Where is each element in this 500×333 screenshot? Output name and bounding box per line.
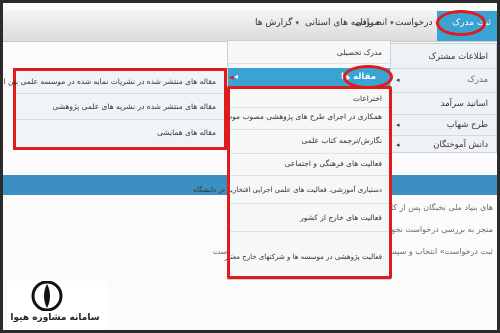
top-navbar: ▾گزارش ها ▾برنامه های استانی ▾انصرافی ▾ث… bbox=[3, 10, 497, 42]
menu1-item-shared-info[interactable]: اطلاعات مشترک bbox=[428, 52, 488, 62]
dropdown-menu-level3: مقاله های منتشر شده در نشریات نمایه شده … bbox=[3, 68, 227, 150]
highlight-oval-nav bbox=[436, 10, 486, 36]
chevron-left-icon: ◂ bbox=[396, 76, 400, 84]
chevron-left-icon: ◂ bbox=[396, 121, 400, 129]
menu-divider bbox=[16, 93, 224, 94]
nav-withdrawal[interactable]: ▾انصرافی bbox=[355, 18, 394, 28]
chevron-left-icon: ◂ bbox=[229, 73, 234, 83]
menu-divider bbox=[390, 68, 496, 69]
logo-emblem bbox=[31, 281, 63, 311]
menu3-item-research-journals[interactable]: مقاله های منتشر شده در نشریه های علمی پژ… bbox=[53, 102, 217, 111]
caret-down-icon: ▾ bbox=[295, 19, 299, 27]
menu-divider bbox=[390, 135, 496, 136]
screenshot-frame: ▾گزارش ها ▾برنامه های استانی ▾انصرافی ▾ث… bbox=[0, 0, 500, 333]
menu-divider bbox=[390, 114, 496, 115]
menu1-item-alumni[interactable]: دانش آموختگان bbox=[433, 140, 488, 150]
watermark-logo: سامانه مشاوره هیوا bbox=[7, 281, 107, 330]
menu3-item-indexed-journals[interactable]: مقاله های منتشر شده در نشریات نمایه شده … bbox=[3, 77, 216, 86]
menu1-item-top-professors[interactable]: اساتید سرآمد bbox=[441, 99, 488, 109]
menu1-item-shahab[interactable]: طرح شهاب bbox=[447, 120, 488, 130]
highlight-oval-articles bbox=[343, 65, 393, 89]
menu-divider bbox=[228, 63, 390, 64]
logo-text: سامانه مشاوره هیوا bbox=[10, 313, 100, 323]
menu1-item-document[interactable]: مدرک bbox=[467, 75, 488, 85]
caret-down-icon: ▾ bbox=[390, 19, 394, 27]
menu2-item-degree[interactable]: مدرک تحصیلی bbox=[337, 48, 382, 57]
chevron-left-icon: ◂ bbox=[234, 72, 239, 81]
menu3-item-conference[interactable]: مقاله های همایشی bbox=[157, 128, 216, 137]
chevron-left-icon: ◂ bbox=[396, 141, 400, 149]
dropdown-menu-level1: اطلاعات مشترک مدرک ◂ اساتید سرآمد طرح شه… bbox=[389, 43, 497, 153]
nav-reports[interactable]: ▾گزارش ها bbox=[255, 18, 299, 28]
highlight-box-menu2 bbox=[227, 86, 392, 279]
menu-divider bbox=[390, 92, 496, 93]
menu-divider bbox=[16, 119, 224, 120]
